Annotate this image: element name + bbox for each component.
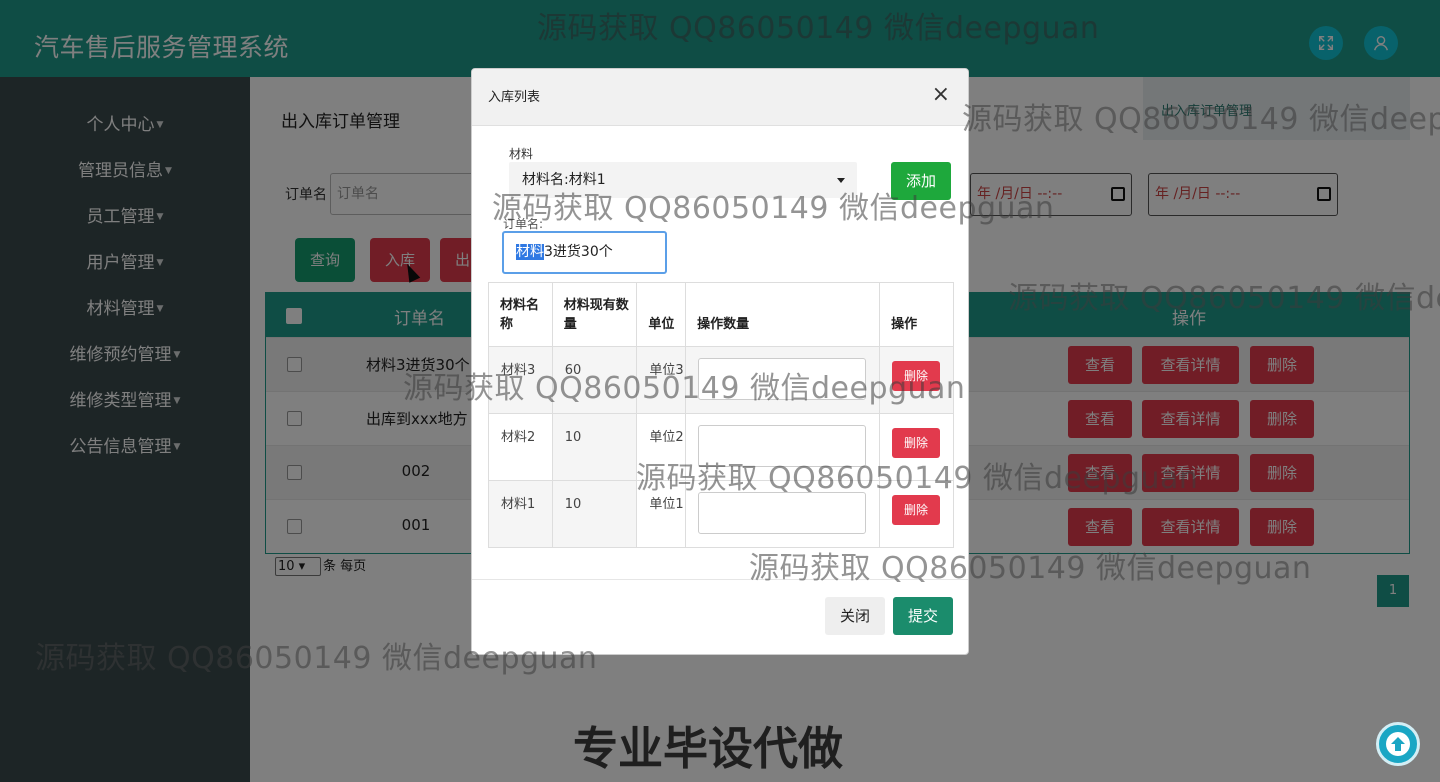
close-icon[interactable]: × xyxy=(932,84,950,106)
watermark-banner: 专业毕设代做 xyxy=(573,722,844,775)
watermark-text: 源码获取 QQ86050149 微信deepguan xyxy=(403,371,966,406)
watermark-text: 源码获取 QQ86050149 微信deepguan xyxy=(1008,281,1440,316)
selected-text: 材料 xyxy=(516,244,544,260)
operation-quantity-input[interactable] xyxy=(698,492,867,534)
material-table-header: 材料名称 材料现有数量 单位 操作数量 操作 xyxy=(488,282,954,347)
scroll-to-top-button[interactable] xyxy=(1376,722,1420,766)
material-name-cell: 材料2 xyxy=(488,413,553,481)
watermark-text: 源码获取 QQ86050149 微信deepguan xyxy=(35,641,598,676)
material-qty-cell: 10 xyxy=(551,480,638,548)
watermark-text: 源码获取 QQ86050149 微信deepguan xyxy=(962,102,1440,137)
material-label: 材料 xyxy=(509,147,534,161)
delete-row-button[interactable]: 删除 xyxy=(892,495,941,525)
watermark-text: 源码获取 QQ86050149 微信deepguan xyxy=(492,191,1055,226)
material-qty-cell: 10 xyxy=(551,413,638,481)
submit-button[interactable]: 提交 xyxy=(893,597,953,635)
column-header: 材料名称 xyxy=(488,282,553,347)
arrow-up-icon xyxy=(1386,732,1410,756)
modal-header: 入库列表 × xyxy=(472,69,968,126)
modal-title: 入库列表 xyxy=(488,90,541,105)
material-name-cell: 材料1 xyxy=(488,480,553,548)
watermark-text: 源码获取 QQ86050149 微信deepguan xyxy=(636,461,1199,496)
watermark-text: 源码获取 QQ86050149 微信deepguan xyxy=(749,551,1312,586)
input-text: 3进货30个 xyxy=(544,244,613,260)
close-button[interactable]: 关闭 xyxy=(825,597,885,635)
column-header: 操作 xyxy=(879,282,954,347)
column-header: 材料现有数量 xyxy=(551,282,638,347)
column-header: 操作数量 xyxy=(685,282,881,347)
material-table: 材料名称 材料现有数量 单位 操作数量 操作 材料3 60 单位3 删除 材料2… xyxy=(488,282,954,548)
column-header: 单位 xyxy=(636,282,687,347)
watermark-text: 源码获取 QQ86050149 微信deepguan xyxy=(537,11,1100,46)
order-name-field[interactable]: 材料3进货30个 xyxy=(502,231,667,274)
